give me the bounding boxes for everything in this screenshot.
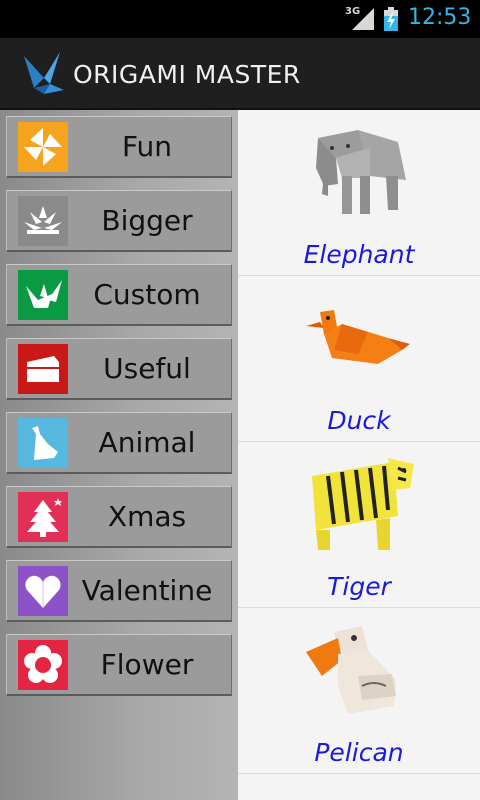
category-sidebar: Fun Bigger Custom Useful Animal Xmas Val… <box>0 110 238 800</box>
category-useful-button[interactable]: Useful <box>6 338 232 400</box>
category-bigger-button[interactable]: Bigger <box>6 190 232 252</box>
category-animal-button[interactable]: Animal <box>6 412 232 474</box>
heart-icon <box>18 566 68 616</box>
category-custom-button[interactable]: Custom <box>6 264 232 326</box>
list-item-tiger[interactable]: Tiger <box>238 442 480 608</box>
signal-icon <box>352 8 374 30</box>
tree-icon <box>18 492 68 542</box>
category-label: Useful <box>103 352 191 385</box>
category-label: Fun <box>121 130 173 163</box>
category-label: Xmas <box>107 500 187 533</box>
category-label: Animal <box>98 426 196 459</box>
pelican-origami-image <box>306 626 396 714</box>
list-item-duck[interactable]: Duck <box>238 276 480 442</box>
flower-icon <box>18 640 68 690</box>
category-flower-button[interactable]: Flower <box>6 634 232 696</box>
elephant-origami-image <box>316 130 406 214</box>
origami-bird-icon <box>24 52 64 94</box>
category-label: Valentine <box>81 574 213 607</box>
crane-icon <box>18 270 68 320</box>
category-label: Flower <box>100 648 194 681</box>
pinwheel-icon <box>18 122 68 172</box>
action-bar: ORIGAMI MASTER <box>0 38 480 110</box>
category-label: Bigger <box>101 204 193 237</box>
app-title: ORIGAMI MASTER <box>73 60 301 89</box>
duck-origami-image <box>306 310 410 364</box>
clock: 12:53 <box>408 5 472 30</box>
item-label: Pelican <box>314 738 404 767</box>
list-item-elephant[interactable]: Elephant <box>238 110 480 276</box>
category-label: Custom <box>93 278 201 311</box>
origami-list: Elephant Duck Tiger Pelican <box>238 110 480 800</box>
category-valentine-button[interactable]: Valentine <box>6 560 232 622</box>
tiger-origami-image <box>312 458 414 550</box>
bird-icon <box>18 418 68 468</box>
item-label: Tiger <box>327 572 391 601</box>
battery-charging-icon <box>384 7 398 31</box>
list-item-pelican[interactable]: Pelican <box>238 608 480 774</box>
category-fun-button[interactable]: Fun <box>6 116 232 178</box>
item-label: Duck <box>327 406 391 435</box>
status-bar: 3G 12:53 <box>0 0 480 38</box>
lotus-icon <box>18 196 68 246</box>
category-xmas-button[interactable]: Xmas <box>6 486 232 548</box>
envelope-icon <box>18 344 68 394</box>
item-label: Elephant <box>303 240 415 269</box>
